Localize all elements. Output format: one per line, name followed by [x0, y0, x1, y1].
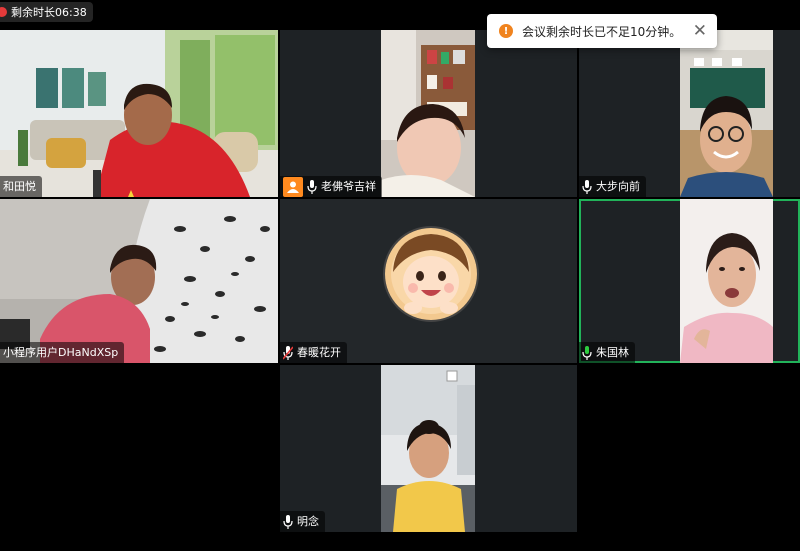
- participant-avatar: [383, 226, 479, 322]
- video-tile-6[interactable]: 朱国林: [579, 199, 800, 363]
- participant-video: [680, 30, 773, 197]
- toast-message: 会议剩余时长已不足10分钟。: [522, 24, 682, 39]
- participant-name: 朱国林: [596, 346, 629, 359]
- mic-muted-icon: [283, 345, 293, 360]
- video-tile-7[interactable]: 明念: [280, 365, 577, 532]
- participant-name: 大步向前: [596, 180, 640, 193]
- video-tile-2[interactable]: 老佛爷吉祥: [280, 30, 577, 197]
- name-label: 老佛爷吉祥: [280, 176, 382, 197]
- remaining-time-badge: 剩余时长06:38: [0, 2, 93, 22]
- mic-icon: [283, 514, 293, 529]
- name-label: 明念: [280, 511, 325, 532]
- participant-name: 小程序用户DHaNdXSp: [3, 346, 119, 359]
- participant-name: 明念: [297, 515, 319, 528]
- participant-video: [0, 30, 278, 197]
- name-label: 大步向前: [579, 176, 646, 197]
- participant-name: 春暖花开: [297, 346, 341, 359]
- mic-icon: [307, 179, 317, 194]
- host-icon: [283, 176, 303, 197]
- close-icon[interactable]: ✕: [693, 21, 707, 41]
- name-label: 和田悦: [0, 176, 42, 197]
- participant-name: 和田悦: [3, 180, 36, 193]
- name-label: 小程序用户DHaNdXSp: [0, 342, 125, 363]
- participant-name: 老佛爷吉祥: [321, 180, 376, 193]
- remaining-time-label: 剩余时长06:38: [11, 6, 87, 19]
- participant-video: [381, 30, 475, 197]
- mic-icon: [582, 179, 592, 194]
- participant-video: [381, 365, 475, 532]
- video-tile-5[interactable]: 春暖花开: [280, 199, 577, 363]
- record-dot-icon: [0, 7, 7, 17]
- participant-video: [0, 199, 278, 363]
- warning-icon: !: [499, 24, 513, 38]
- name-label: 朱国林: [579, 342, 635, 363]
- video-tile-1[interactable]: 和田悦: [0, 30, 278, 197]
- video-tile-3[interactable]: 大步向前: [579, 30, 800, 197]
- time-warning-toast: ! 会议剩余时长已不足10分钟。 ✕: [487, 14, 717, 48]
- participant-video: [680, 199, 773, 363]
- video-tile-4[interactable]: 小程序用户DHaNdXSp: [0, 199, 278, 363]
- name-label: 春暖花开: [280, 342, 347, 363]
- mic-active-icon: [582, 345, 592, 360]
